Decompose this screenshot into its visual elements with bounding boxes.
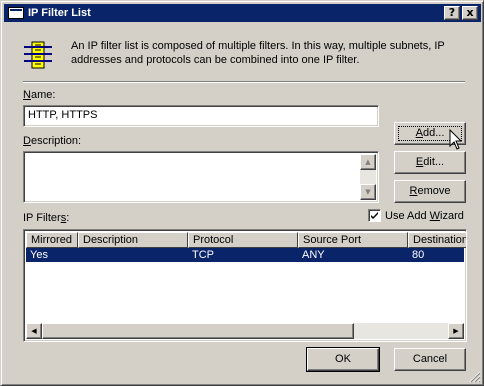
remove-button[interactable]: Remove [394,180,466,203]
cell-destination: 80 [412,249,425,261]
table-row[interactable]: Yes TCP ANY 80 [26,248,464,262]
mouse-cursor-icon [449,129,463,150]
description-label: Description: [23,135,82,147]
checkmark-icon [371,212,378,219]
name-input-value: HTTP, HTTPS [28,109,98,121]
name-label: Name: [23,89,56,101]
description-input[interactable]: ▲ ▼ [23,151,379,203]
scroll-down-icon[interactable]: ▼ [360,184,376,200]
ip-filters-list[interactable]: Mirrored Description Protocol Source Por… [23,229,467,342]
column-header-description[interactable]: Description [78,232,188,248]
scroll-up-icon[interactable]: ▲ [360,154,376,170]
list-header: Mirrored Description Protocol Source Por… [26,232,466,248]
description-scrollbar[interactable]: ▲ ▼ [360,154,376,200]
ip-filter-list-dialog: IP Filter List ? x An IP filter list is … [0,0,484,386]
ip-filters-label: IP Filters: [23,212,70,224]
column-header-mirrored[interactable]: Mirrored [26,232,78,248]
cell-source-port: ANY [302,249,325,261]
column-header-destination[interactable]: Destination [408,232,466,248]
cell-protocol: TCP [192,249,214,261]
window-icon [8,7,24,19]
edit-button[interactable]: Edit... [394,151,466,174]
help-button[interactable]: ? [444,6,460,20]
separator [23,81,465,83]
scrollbar-thumb[interactable] [42,323,354,339]
name-input[interactable]: HTTP, HTTPS [23,105,379,127]
cancel-button[interactable]: Cancel [394,348,466,371]
filter-list-icon [24,41,52,69]
window-title: IP Filter List [28,7,91,19]
close-button[interactable]: x [462,6,478,20]
cell-mirrored: Yes [30,249,48,261]
scroll-left-icon[interactable]: ◀ [26,323,42,339]
column-header-source-port[interactable]: Source Port [298,232,408,248]
ok-button[interactable]: OK [306,347,380,372]
use-add-wizard-checkbox[interactable] [368,209,381,222]
horizontal-scrollbar[interactable]: ◀ ▶ [26,323,464,339]
title-bar[interactable]: IP Filter List ? x [4,4,481,22]
scroll-right-icon[interactable]: ▶ [448,323,464,339]
column-header-protocol[interactable]: Protocol [188,232,298,248]
intro-text: An IP filter list is composed of multipl… [71,40,445,66]
help-icon: ? [448,6,456,19]
resize-grip-icon[interactable] [469,371,481,383]
use-add-wizard-label[interactable]: Use Add Wizard [385,210,464,223]
close-icon: x [466,6,474,19]
